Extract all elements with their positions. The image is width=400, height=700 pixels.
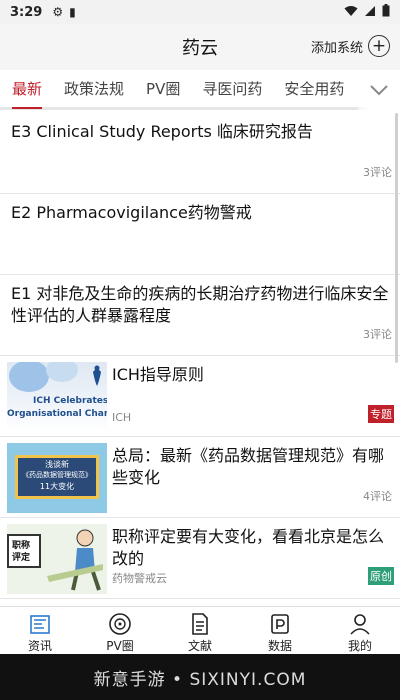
add-system-label: 添加系统 <box>310 40 363 56</box>
add-system-button[interactable]: 添加系统 + <box>311 35 390 57</box>
topic-badge: 专题 <box>368 405 394 423</box>
regulation-thumbnail-image: 浅谈新 《药品数据管理规范》 11大变化 <box>7 443 107 513</box>
list-item[interactable]: 职称 评定 职称评定要有大变化，看看北京是怎么改的 药物警戒云 原创 <box>0 518 400 599</box>
person-icon <box>350 614 370 635</box>
tab-seek-medicine[interactable]: 寻医问药 <box>202 69 262 109</box>
item-title: E2 Pharmacovigilance药物警戒 <box>11 203 252 222</box>
signal-icon <box>364 5 376 20</box>
status-time: 3:29 <box>10 4 43 20</box>
bottom-navigation: 资讯 PV圈 文献 数据 我的 <box>0 606 400 654</box>
item-title: 职称评定要有大变化，看看北京是怎么改的 <box>112 527 385 568</box>
list-item[interactable]: E1 对非危及生命的疾病的长期治疗药物进行临床安全性评估的人群暴露程度 3评论 <box>0 275 400 356</box>
title-evaluation-thumbnail-image: 职称 评定 <box>7 524 107 594</box>
settings-icon: ⚙ <box>52 5 64 19</box>
thumb-caption-2: 《药品数据管理规范》 <box>22 471 92 479</box>
comment-count: 3评论 <box>363 328 392 341</box>
tab-latest[interactable]: 最新 <box>12 69 43 109</box>
watermark-text: 新意手游 • SIXINYI.COM <box>93 669 307 690</box>
data-icon <box>271 614 289 634</box>
news-icon <box>30 615 50 634</box>
thumb-caption-1: 浅谈新 <box>45 460 69 469</box>
wifi-icon <box>344 5 358 20</box>
plus-circle-icon: + <box>368 35 390 57</box>
nav-news[interactable]: 资讯 <box>0 607 80 654</box>
item-title: E3 Clinical Study Reports 临床研究报告 <box>11 122 313 141</box>
thumb-caption-2: Organisational Changes <box>7 409 107 419</box>
system-navigation-bar: 新意手游 • SIXINYI.COM <box>0 654 400 700</box>
news-feed: E3 Clinical Study Reports 临床研究报告 3评论 E2 … <box>0 113 400 599</box>
comment-count: 3评论 <box>363 166 392 179</box>
nav-label: 资讯 <box>27 639 52 653</box>
status-bar: 3:29 ⚙ ▮ <box>0 0 400 24</box>
scrollbar[interactable] <box>395 113 398 363</box>
item-title: 总局：最新《药品数据管理规范》有哪些变化 <box>112 446 385 487</box>
comment-count: 4评论 <box>363 490 392 503</box>
nav-documents[interactable]: 文献 <box>160 607 240 654</box>
nav-label: 文献 <box>187 639 212 653</box>
chevron-down-icon[interactable] <box>358 70 400 110</box>
list-item[interactable]: ICH Celebrates Organisational Changes IC… <box>0 356 400 437</box>
thumb-caption-3: 11大变化 <box>39 482 75 491</box>
battery-icon <box>382 4 390 20</box>
nav-label: 数据 <box>267 639 292 653</box>
item-title: ICH指导原则 <box>112 365 204 384</box>
item-source: 药物警戒云 <box>112 572 167 585</box>
nav-label: PV圈 <box>106 639 134 653</box>
original-badge: 原创 <box>368 567 394 585</box>
list-item[interactable]: E2 Pharmacovigilance药物警戒 <box>0 194 400 275</box>
nav-mine[interactable]: 我的 <box>320 607 400 654</box>
list-item[interactable]: 浅谈新 《药品数据管理规范》 11大变化 总局：最新《药品数据管理规范》有哪些变… <box>0 437 400 518</box>
pv-circle-icon <box>109 613 131 635</box>
tab-safe-medication[interactable]: 安全用药 <box>284 69 344 109</box>
item-title: E1 对非危及生命的疾病的长期治疗药物进行临床安全性评估的人群暴露程度 <box>11 284 389 325</box>
document-icon <box>192 613 208 635</box>
tab-pv-circle[interactable]: PV圈 <box>146 69 180 109</box>
ich-thumbnail-image: ICH Celebrates Organisational Changes <box>7 362 107 432</box>
nav-label: 我的 <box>347 639 372 653</box>
nav-data[interactable]: 数据 <box>240 607 320 654</box>
nav-pv-circle[interactable]: PV圈 <box>80 607 160 654</box>
list-item[interactable]: E3 Clinical Study Reports 临床研究报告 3评论 <box>0 113 400 194</box>
app-header: 药云 添加系统 + <box>0 24 400 70</box>
item-source: ICH <box>112 411 132 424</box>
sd-card-icon: ▮ <box>69 5 76 19</box>
thumb-caption-1: ICH Celebrates <box>33 396 107 406</box>
category-tabs: 最新 政策法规 PV圈 寻医问药 安全用药 <box>0 70 400 110</box>
tab-policy[interactable]: 政策法规 <box>64 69 124 109</box>
